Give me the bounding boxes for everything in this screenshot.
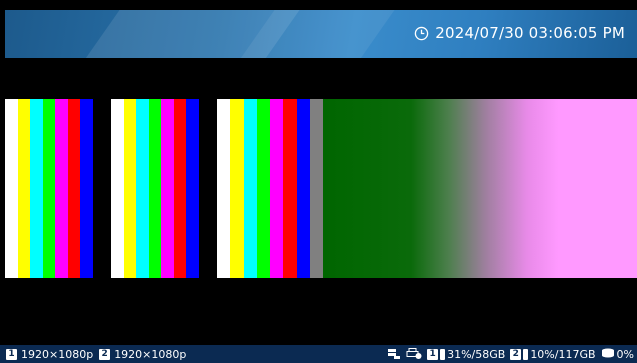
color-bar (55, 99, 68, 278)
color-bar (30, 99, 43, 278)
color-bar (186, 99, 199, 278)
header-banner: 2024/07/30 03:06:05 PM (5, 10, 637, 58)
input-1-badge: 1 (6, 348, 17, 360)
disk-2-badge: 2 (510, 348, 522, 360)
color-bar (111, 99, 124, 278)
color-bar (148, 99, 161, 278)
color-bar (173, 99, 186, 278)
color-bar (270, 99, 284, 278)
input-2-badge: 2 (99, 348, 111, 360)
input-1-resolution: 1920×1080p (21, 347, 94, 361)
datetime-text: 2024/07/30 03:06:05 PM (435, 24, 625, 42)
color-bar (67, 99, 80, 278)
disk-1-badge: 1 (427, 348, 439, 360)
color-bar (161, 99, 174, 278)
color-bar (256, 99, 270, 278)
storage-icon (601, 348, 614, 358)
clock-icon (415, 26, 429, 40)
sd-card-icon (440, 348, 446, 360)
color-bars-3 (217, 99, 323, 278)
storage-status: 0% (601, 348, 634, 361)
color-bar (42, 99, 55, 278)
status-bar: 1 1920×1080p 2 1920×1080p 1 31%/58GB 2 1… (0, 345, 637, 363)
printer-icon (406, 348, 422, 359)
color-bar (283, 99, 297, 278)
color-bar (123, 99, 136, 278)
input-1-status: 1 1920×1080p (6, 348, 93, 361)
color-bar (136, 99, 149, 278)
sd-card-icon (523, 348, 529, 360)
disk-2-usage: 10%/117GB (530, 347, 596, 361)
color-bar (92, 99, 105, 278)
storage-usage: 0% (616, 347, 634, 361)
color-bar (217, 99, 231, 278)
disk-1-usage: 31%/58GB (447, 347, 506, 361)
color-bar (80, 99, 93, 278)
video-preview (5, 99, 637, 278)
color-bar (17, 99, 30, 278)
color-bars-2 (111, 99, 211, 278)
gradient-strip (323, 99, 637, 278)
recording-icon (388, 349, 401, 359)
color-bar (309, 99, 323, 278)
color-bar (296, 99, 310, 278)
color-bar (230, 99, 244, 278)
color-bar (5, 99, 18, 278)
disk-1-status: 1 31%/58GB (427, 348, 505, 361)
color-bar (243, 99, 257, 278)
color-bars-1 (5, 99, 105, 278)
disk-2-status: 2 10%/117GB (510, 347, 596, 361)
datetime-display: 2024/07/30 03:06:05 PM (414, 24, 625, 42)
color-bar (198, 99, 211, 278)
input-2-status: 2 1920×1080p (99, 348, 186, 361)
input-2-resolution: 1920×1080p (114, 347, 187, 361)
